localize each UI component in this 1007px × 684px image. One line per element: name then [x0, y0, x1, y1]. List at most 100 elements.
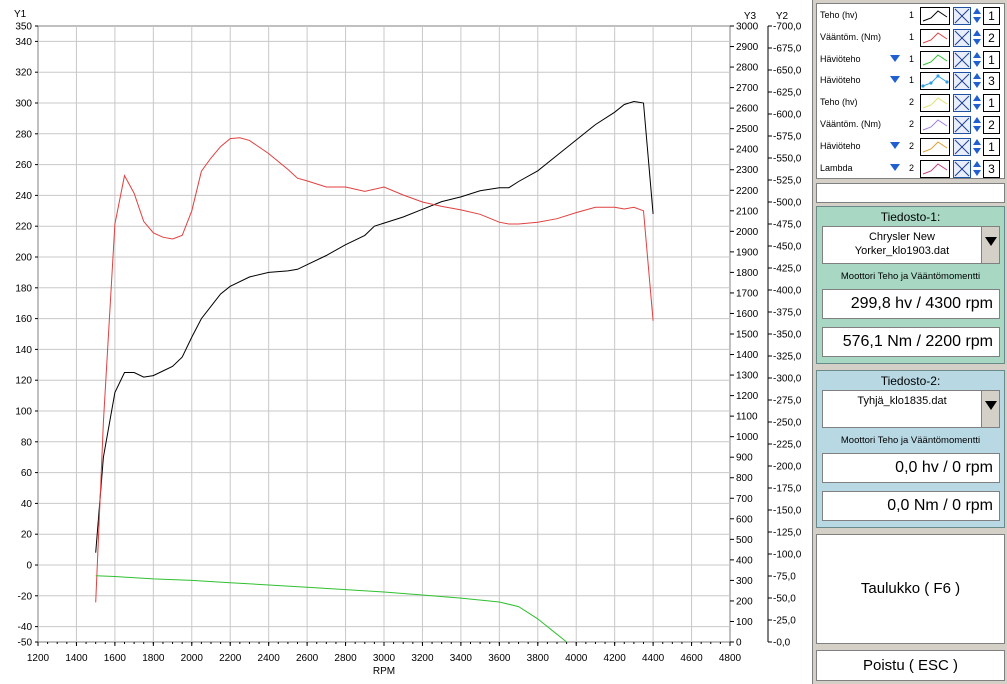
- arrow-up-icon[interactable]: [973, 29, 981, 36]
- y1-axis-label: Y1: [14, 9, 27, 20]
- x-tick-label: 1600: [104, 653, 127, 664]
- legend-row: Teho (hv) 2 1: [817, 92, 1006, 114]
- y2-tick-label: -25,0: [773, 616, 796, 627]
- x-tick-label: 4600: [680, 653, 703, 664]
- arrow-up-icon[interactable]: [973, 117, 981, 123]
- arrow-down-icon[interactable]: [973, 17, 981, 23]
- legend-row: Vääntöm. (Nm) 2 2: [817, 114, 1006, 136]
- legend-row: Häviöteho 1 3: [817, 70, 1006, 92]
- axis-spinner[interactable]: [973, 72, 981, 90]
- file1-select[interactable]: Chrysler New Yorker_klo1903.dat: [822, 226, 1000, 264]
- arrow-up-icon[interactable]: [973, 138, 981, 145]
- arrow-up-icon[interactable]: [973, 95, 981, 102]
- y3-tick-label: 2700: [736, 83, 759, 94]
- triangle-down-icon: [890, 54, 900, 62]
- y2-tick-label: -100,0: [773, 550, 802, 561]
- legend-axis-number[interactable]: 1: [983, 94, 1000, 113]
- arrow-down-icon[interactable]: [973, 147, 981, 154]
- chevron-down-icon: [985, 401, 997, 410]
- legend-file-number: 2: [909, 140, 915, 151]
- axis-spinner[interactable]: [973, 160, 981, 178]
- file2-select[interactable]: Tyhjä_klo1835.dat: [822, 390, 1000, 428]
- legend-axis-number[interactable]: 1: [983, 7, 1000, 25]
- visibility-toggle-icon[interactable]: [953, 72, 971, 91]
- arrow-down-icon[interactable]: [973, 38, 981, 45]
- y2-tick-label: -700,0: [773, 22, 802, 33]
- axis-spinner[interactable]: [973, 29, 981, 47]
- legend-axis-number[interactable]: 1: [983, 137, 1000, 156]
- legend-series-name: Häviöteho: [820, 75, 861, 86]
- legend-line-swatch[interactable]: [920, 159, 950, 178]
- axis-spinner[interactable]: [973, 116, 981, 134]
- y1-tick-label: -40: [18, 622, 33, 633]
- y1-tick-label: 340: [15, 37, 32, 48]
- arrow-down-icon[interactable]: [973, 82, 981, 89]
- y2-tick-label: -250,0: [773, 418, 802, 429]
- y2-tick-label: -600,0: [773, 110, 802, 121]
- visibility-toggle-icon[interactable]: [953, 7, 971, 25]
- arrow-up-icon[interactable]: [973, 8, 981, 14]
- file1-dropdown-button[interactable]: [981, 227, 999, 263]
- right-panel: Teho (hv) 1 1 Vääntöm. (Nm) 1 2 Häviöteho 1 1 Häv…: [812, 0, 1007, 684]
- legend-axis-number[interactable]: 1: [983, 50, 1000, 69]
- arrow-down-icon[interactable]: [973, 169, 981, 176]
- arrow-up-icon[interactable]: [973, 73, 981, 80]
- x-tick-label: 4800: [719, 653, 742, 664]
- file2-dropdown-button[interactable]: [981, 391, 999, 427]
- y3-tick-label: 3000: [736, 22, 759, 33]
- legend-axis-number[interactable]: 2: [983, 28, 1000, 47]
- legend-row: Lambda 2 3: [817, 158, 1006, 180]
- visibility-toggle-icon[interactable]: [953, 50, 971, 69]
- y3-tick-label: 300: [736, 576, 753, 587]
- arrow-up-icon[interactable]: [973, 160, 981, 167]
- exit-button[interactable]: Poistu ( ESC ): [816, 650, 1005, 681]
- visibility-toggle-icon[interactable]: [953, 137, 971, 156]
- y1-tick-label: 140: [15, 345, 32, 356]
- legend-file-number: 2: [909, 119, 915, 129]
- legend-series-name: Teho (hv): [820, 10, 858, 20]
- axis-spinner[interactable]: [973, 94, 981, 112]
- legend-line-swatch[interactable]: [920, 28, 950, 47]
- y2-tick-label: -675,0: [773, 44, 802, 55]
- legend-line-swatch[interactable]: [920, 7, 950, 25]
- legend-axis-number[interactable]: 3: [983, 72, 1000, 91]
- arrow-down-icon[interactable]: [973, 60, 981, 67]
- y3-tick-label: 600: [736, 514, 753, 525]
- y2-tick-label: -275,0: [773, 396, 802, 407]
- file2-power-value: 0,0 hv / 0 rpm: [822, 453, 1000, 483]
- file2-filename-line1: Tyhjä_klo1835.dat: [857, 395, 947, 407]
- x-tick-label: 3200: [411, 653, 434, 664]
- visibility-toggle-icon[interactable]: [953, 159, 971, 178]
- legend-line-swatch[interactable]: [920, 137, 950, 156]
- legend-line-swatch[interactable]: [920, 116, 950, 134]
- y3-tick-label: 2600: [736, 104, 759, 115]
- legend-series-name: Häviöteho: [820, 53, 861, 64]
- file1-filename-line2: Yorker_klo1903.dat: [854, 245, 950, 257]
- y1-tick-label: -20: [18, 591, 33, 602]
- legend-line-swatch[interactable]: [920, 94, 950, 113]
- legend-line-swatch[interactable]: [920, 50, 950, 69]
- y1-tick-label: 260: [15, 160, 32, 171]
- axis-spinner[interactable]: [973, 51, 981, 69]
- legend-line-swatch[interactable]: [920, 72, 950, 91]
- arrow-up-icon[interactable]: [973, 51, 981, 58]
- arrow-down-icon[interactable]: [973, 104, 981, 111]
- axis-spinner[interactable]: [973, 7, 981, 25]
- file1-subtitle: Moottori Teho ja Vääntömomentti: [840, 271, 981, 282]
- arrow-down-icon[interactable]: [973, 126, 981, 132]
- visibility-toggle-icon[interactable]: [953, 94, 971, 113]
- file1-filename-line1: Chrysler New: [868, 231, 935, 243]
- axis-spinner[interactable]: [973, 138, 981, 156]
- visibility-toggle-icon[interactable]: [953, 116, 971, 134]
- y2-tick-label: -50,0: [773, 594, 796, 605]
- y1-tick-label: -50: [18, 638, 33, 649]
- legend-file-number: 2: [909, 97, 915, 108]
- y3-tick-label: 1300: [736, 371, 759, 382]
- x-tick-label: 4200: [604, 653, 627, 664]
- visibility-toggle-icon[interactable]: [953, 28, 971, 47]
- table-button[interactable]: Taulukko ( F6 ): [816, 534, 1005, 644]
- legend-axis-number[interactable]: 3: [983, 159, 1000, 178]
- y2-tick-label: -0,0: [773, 638, 791, 649]
- y3-tick-label: 900: [736, 453, 753, 464]
- legend-axis-number[interactable]: 2: [983, 116, 1000, 134]
